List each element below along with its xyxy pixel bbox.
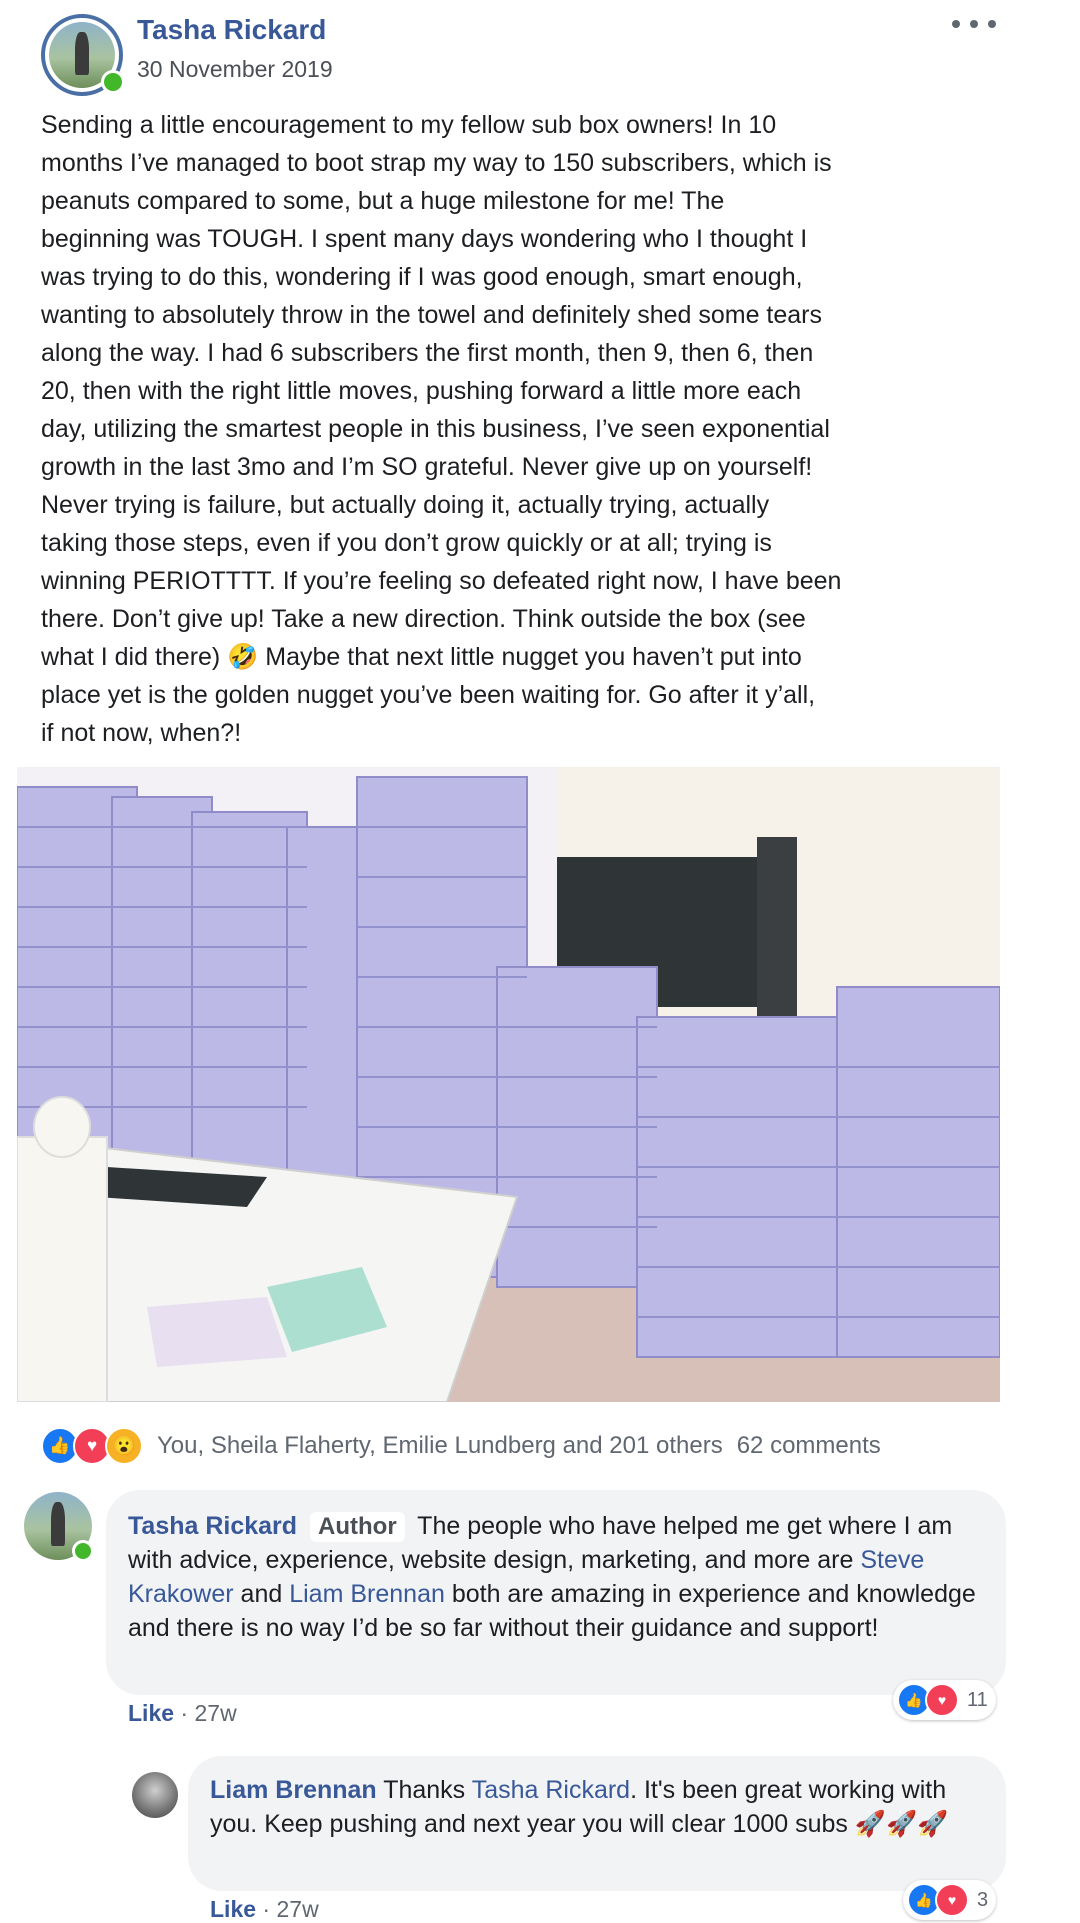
mention-link[interactable]: Tasha Rickard — [472, 1776, 630, 1804]
comment-text-part: and — [240, 1580, 283, 1608]
love-icon: ♥ — [935, 1883, 969, 1917]
author-badge: Author — [310, 1512, 405, 1542]
reactions-summary[interactable]: You, Sheila Flaherty, Emilie Lundberg an… — [157, 1432, 723, 1460]
post-body-text: Sending a little encouragement to my fel… — [41, 111, 842, 747]
reply-text: Liam Brennan Thanks Tasha Rickard. It's … — [210, 1773, 990, 1841]
reaction-count: 11 — [967, 1688, 988, 1711]
reply-actions: Like · 27w — [210, 1896, 319, 1922]
boxes-photo-illustration — [17, 767, 1000, 1402]
comment-like-button[interactable]: Like — [128, 1700, 174, 1726]
comment-author[interactable]: Tasha Rickard — [128, 1512, 297, 1540]
comments-count[interactable]: 62 comments — [737, 1432, 881, 1460]
post-photo[interactable] — [17, 767, 1000, 1402]
reactions-bar: 👍 ♥ 😮 You, Sheila Flaherty, Emilie Lundb… — [41, 1426, 1001, 1466]
mention-link[interactable]: Liam Brennan — [289, 1580, 445, 1608]
reply-time[interactable]: 27w — [276, 1896, 318, 1922]
reply-avatar[interactable] — [132, 1772, 178, 1818]
reply-author[interactable]: Liam Brennan — [210, 1776, 377, 1804]
comment-text: Tasha Rickard Author The people who have… — [128, 1509, 988, 1645]
reply-text-part: Thanks — [383, 1776, 466, 1804]
rocket-emoji: 🚀🚀🚀 — [854, 1810, 949, 1838]
comment-time[interactable]: 27w — [194, 1700, 236, 1726]
post-author-avatar[interactable] — [41, 14, 125, 96]
comment-actions: Like · 27w — [128, 1700, 237, 1726]
reaction-count: 3 — [977, 1888, 989, 1911]
wow-icon[interactable]: 😮 — [105, 1427, 143, 1465]
love-icon: ♥ — [925, 1683, 959, 1717]
post-timestamp[interactable]: 30 November 2019 — [137, 56, 333, 83]
reply-like-button[interactable]: Like — [210, 1896, 256, 1922]
reply-reactions[interactable]: 👍 ♥ 3 — [903, 1880, 997, 1920]
comment-reactions[interactable]: 👍 ♥ 11 — [893, 1680, 996, 1720]
online-status-icon — [72, 1540, 94, 1562]
online-status-icon — [101, 70, 125, 94]
post-author-name[interactable]: Tasha Rickard — [137, 14, 326, 46]
more-options-icon[interactable] — [952, 12, 996, 36]
